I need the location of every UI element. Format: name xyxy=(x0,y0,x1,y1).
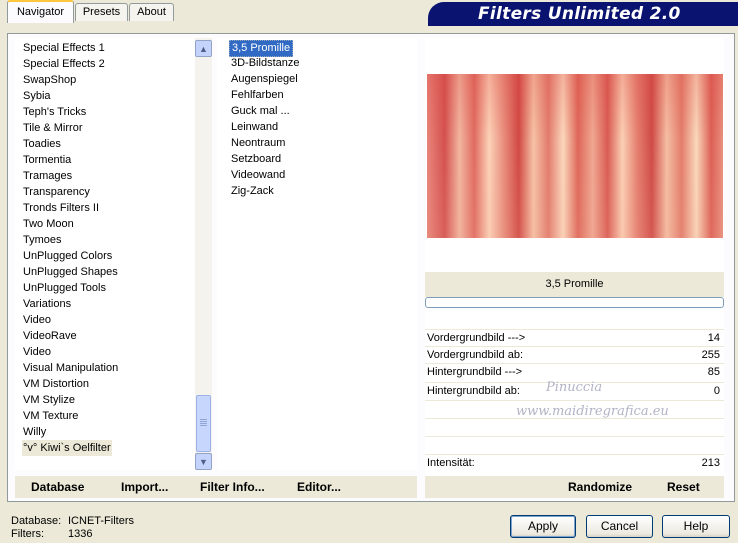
category-list[interactable]: Special Effects 1 Special Effects 2 SwapSh… xyxy=(15,38,195,470)
filter-info-button[interactable]: Filter Info... xyxy=(200,480,265,494)
param-value: 14 xyxy=(707,332,720,344)
category-item[interactable]: Tymoes xyxy=(22,232,63,248)
category-item[interactable]: UnPlugged Tools xyxy=(22,280,107,296)
category-item[interactable]: VM Texture xyxy=(22,408,79,424)
category-item[interactable]: Sybia xyxy=(22,88,52,104)
category-item[interactable]: Toadies xyxy=(22,136,62,152)
chevron-up-icon: ▲ xyxy=(199,43,208,54)
param-row[interactable]: Intensität: 213 xyxy=(425,454,724,472)
database-button[interactable]: Database xyxy=(31,480,84,494)
category-item[interactable]: VM Distortion xyxy=(22,376,90,392)
progress-bar xyxy=(425,297,724,308)
reset-button[interactable]: Reset xyxy=(667,480,700,494)
param-value: 213 xyxy=(701,457,720,469)
empty-param-row xyxy=(425,418,724,436)
filter-list[interactable]: 3,5 Promille 3D-Bildstanze Augenspiegel Feh… xyxy=(217,38,417,470)
import-button[interactable]: Import... xyxy=(121,480,168,494)
category-item[interactable]: Two Moon xyxy=(22,216,75,232)
filter-item[interactable]: 3D-Bildstanze xyxy=(229,56,301,71)
tab-presets[interactable]: Presets xyxy=(75,3,128,21)
tab-about[interactable]: About xyxy=(129,3,174,21)
category-item[interactable]: Special Effects 1 xyxy=(22,40,106,56)
category-item[interactable]: VideoRave xyxy=(22,328,78,344)
editor-button[interactable]: Editor... xyxy=(297,480,341,494)
randomize-button[interactable]: Randomize xyxy=(568,480,632,494)
param-label: Vordergrundbild ab: xyxy=(427,349,524,361)
param-row[interactable]: Vordergrundbild ---> 14 xyxy=(425,329,724,347)
scroll-thumb[interactable] xyxy=(196,395,211,452)
param-label: Vordergrundbild ---> xyxy=(427,332,526,344)
filters-info: Filters: 1336 xyxy=(11,528,92,540)
apply-button[interactable]: Apply xyxy=(510,515,576,538)
param-label: Hintergrundbild ab: xyxy=(427,385,520,397)
database-info: Database: ICNET-Filters xyxy=(11,515,134,527)
filters-label: Filters: xyxy=(11,528,44,540)
filter-item[interactable]: Neontraum xyxy=(229,136,287,151)
category-item[interactable]: Variations xyxy=(22,296,72,312)
filter-item[interactable]: Videowand xyxy=(229,168,287,183)
filter-item[interactable]: Fehlfarben xyxy=(229,88,286,103)
database-value: ICNET-Filters xyxy=(68,515,134,527)
category-item[interactable]: Tormentia xyxy=(22,152,72,168)
category-item[interactable]: °v° Kiwi`s Oelfilter xyxy=(22,440,112,456)
watermark-url: www.maidiregrafica.eu xyxy=(516,404,669,419)
help-button[interactable]: Help xyxy=(662,515,730,538)
param-row[interactable]: Hintergrundbild ---> 85 xyxy=(425,363,724,381)
param-label: Intensität: xyxy=(427,457,475,469)
selected-filter-name: 3,5 Promille xyxy=(425,272,724,297)
category-item[interactable]: UnPlugged Colors xyxy=(22,248,113,264)
filter-item[interactable]: Guck mal ... xyxy=(229,104,292,119)
param-row[interactable]: Vordergrundbild ab: 255 xyxy=(425,346,724,364)
scroll-down-button[interactable]: ▼ xyxy=(195,453,212,470)
preview-image xyxy=(427,74,723,238)
category-item[interactable]: Video xyxy=(22,312,52,328)
category-item[interactable]: VM Stylize xyxy=(22,392,76,408)
category-item[interactable]: SwapShop xyxy=(22,72,77,88)
filter-item[interactable]: 3,5 Promille xyxy=(229,40,294,57)
param-value: 85 xyxy=(707,366,720,378)
app-title: Filters Unlimited 2.0 xyxy=(478,4,681,24)
category-item[interactable]: Tile & Mirror xyxy=(22,120,83,136)
category-item[interactable]: Tronds Filters II xyxy=(22,200,100,216)
category-item[interactable]: Special Effects 2 xyxy=(22,56,106,72)
filters-count: 1336 xyxy=(68,528,93,540)
category-item[interactable]: Transparency xyxy=(22,184,91,200)
category-scrollbar[interactable]: ▲ ▼ xyxy=(195,38,212,470)
filter-item[interactable]: Zig-Zack xyxy=(229,184,276,199)
database-label: Database: xyxy=(11,515,62,527)
scroll-up-button[interactable]: ▲ xyxy=(195,40,212,57)
filter-item[interactable]: Setzboard xyxy=(229,152,283,167)
filter-item[interactable]: Augenspiegel xyxy=(229,72,300,87)
category-item[interactable]: Video xyxy=(22,344,52,360)
category-item[interactable]: Teph's Tricks xyxy=(22,104,87,120)
chevron-down-icon: ▼ xyxy=(199,456,208,467)
param-label: Hintergrundbild ---> xyxy=(427,366,523,378)
category-item[interactable]: Tramages xyxy=(22,168,73,184)
category-item[interactable]: Visual Manipulation xyxy=(22,360,119,376)
cancel-button[interactable]: Cancel xyxy=(586,515,653,538)
app-banner: Filters Unlimited 2.0 xyxy=(428,2,738,26)
param-value: 0 xyxy=(713,385,720,397)
tab-navigator[interactable]: Navigator xyxy=(7,0,74,23)
category-item[interactable]: Willy xyxy=(22,424,47,440)
filter-item[interactable]: Leinwand xyxy=(229,120,280,135)
param-value: 255 xyxy=(701,349,720,361)
category-item[interactable]: UnPlugged Shapes xyxy=(22,264,119,280)
empty-param-row xyxy=(425,436,724,454)
watermark-name: Pinuccia xyxy=(546,380,603,395)
